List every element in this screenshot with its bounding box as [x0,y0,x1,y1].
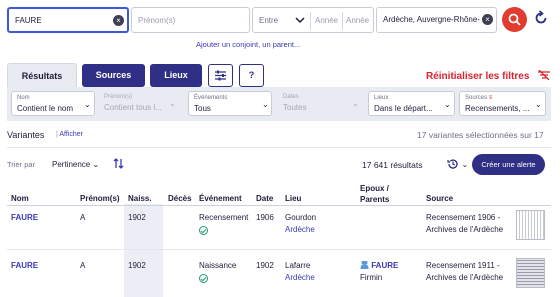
sort-label: Trier par [7,160,36,169]
spouse-name[interactable]: FAURE [371,261,398,270]
filter-settings-button[interactable] [208,64,233,87]
col-evenement: Événement [199,194,242,203]
name-field[interactable]: FAURE × [7,7,129,33]
tab-results[interactable]: Résultats [7,63,77,88]
firstname-field[interactable]: Prénom(s) [131,7,250,33]
spouse-firstname: Firmin [360,273,383,282]
col-epoux: Epoux / Parents [360,184,390,204]
verified-icon [199,226,208,235]
chevron-down-icon: ⌄ [262,100,269,109]
col-lieu: Lieu [285,194,302,203]
sliders-icon [215,70,226,81]
reset-search-icon[interactable] [533,10,549,26]
date-range-field[interactable]: Entre Année Année [252,7,374,33]
chevron-down-icon: ⌄ [535,100,542,109]
place-field-value: Ardèche, Auvergne-Rhône- [383,15,480,24]
tab-places[interactable]: Lieux [150,64,202,87]
search-icon [508,13,521,26]
show-variants-link[interactable]: | Afficher [56,131,83,138]
col-source: Source [426,194,454,203]
col-naiss: Naiss. [128,194,152,203]
clear-filter-icon [538,69,551,81]
year-to-input[interactable]: Année [346,16,369,25]
name-field-value: FAURE [15,16,42,25]
create-alert-button[interactable]: Créer une alerte [472,154,545,175]
col-deces: Décès [168,194,192,203]
variants-selected-text: 17 variantes sélectionnées sur 17 [417,130,544,140]
variants-label: Variantes [7,130,45,140]
filter-firstname: Prénom(s) Contient tous l... ⌄ [104,94,176,112]
chevron-down-icon: ⌄ [92,160,100,169]
chevron-down-icon: ⌄ [461,160,469,169]
firstname-placeholder: Prénom(s) [138,16,176,25]
between-label: Entre [259,16,279,25]
reset-filters-link[interactable]: Réinitialiser les filtres [426,69,551,82]
chevron-down-icon: ⌄ [444,100,451,109]
add-relative-link[interactable]: Ajouter un conjoint, un parent... [196,40,300,49]
search-button[interactable] [502,7,527,32]
filter-name[interactable]: Nom Contient le nom ⌄ [11,91,95,116]
chevron-down-icon[interactable] [295,16,305,24]
chevron-down-icon: ⌄ [352,99,359,108]
results-count: 17 641 résultats [362,160,423,170]
chevron-down-icon: ⌄ [84,100,91,109]
tab-sources[interactable]: Sources [82,64,145,87]
history-icon [447,159,458,169]
col-date: Date [256,194,274,203]
filter-active-icon: ≡ [488,95,493,101]
help-button[interactable]: ? [239,64,264,87]
reset-filters-label: Réinitialiser les filtres [426,71,530,82]
history-button[interactable]: ⌄ [447,158,468,172]
clear-place-icon[interactable]: × [482,14,493,25]
filter-sources[interactable]: Sources ≡ Recensements, ... ⌄ [459,91,546,116]
filter-dates: Dates Toutes ⌄ [283,94,359,112]
filter-places[interactable]: Lieux Dans le départ... ⌄ [368,91,455,116]
filter-bar: Nom Contient le nom ⌄ Prénom(s) Contient… [7,87,551,121]
clear-name-icon[interactable]: × [113,15,124,26]
sort-order-icon[interactable] [113,158,124,169]
chevron-down-icon: ⌄ [169,99,176,108]
document-thumbnail[interactable] [516,258,545,288]
filter-events[interactable]: Événements Tous ⌄ [188,91,272,116]
sort-select[interactable]: Pertinence ⌄ [52,160,99,169]
verified-icon [199,274,208,283]
year-from-input[interactable]: Année [315,16,338,25]
person-icon [360,261,369,269]
document-thumbnail[interactable] [516,210,545,240]
place-field[interactable]: Ardèche, Auvergne-Rhône- × [376,7,497,33]
col-nom: Nom [11,194,29,203]
col-prenom: Prénom(s) [80,194,120,203]
